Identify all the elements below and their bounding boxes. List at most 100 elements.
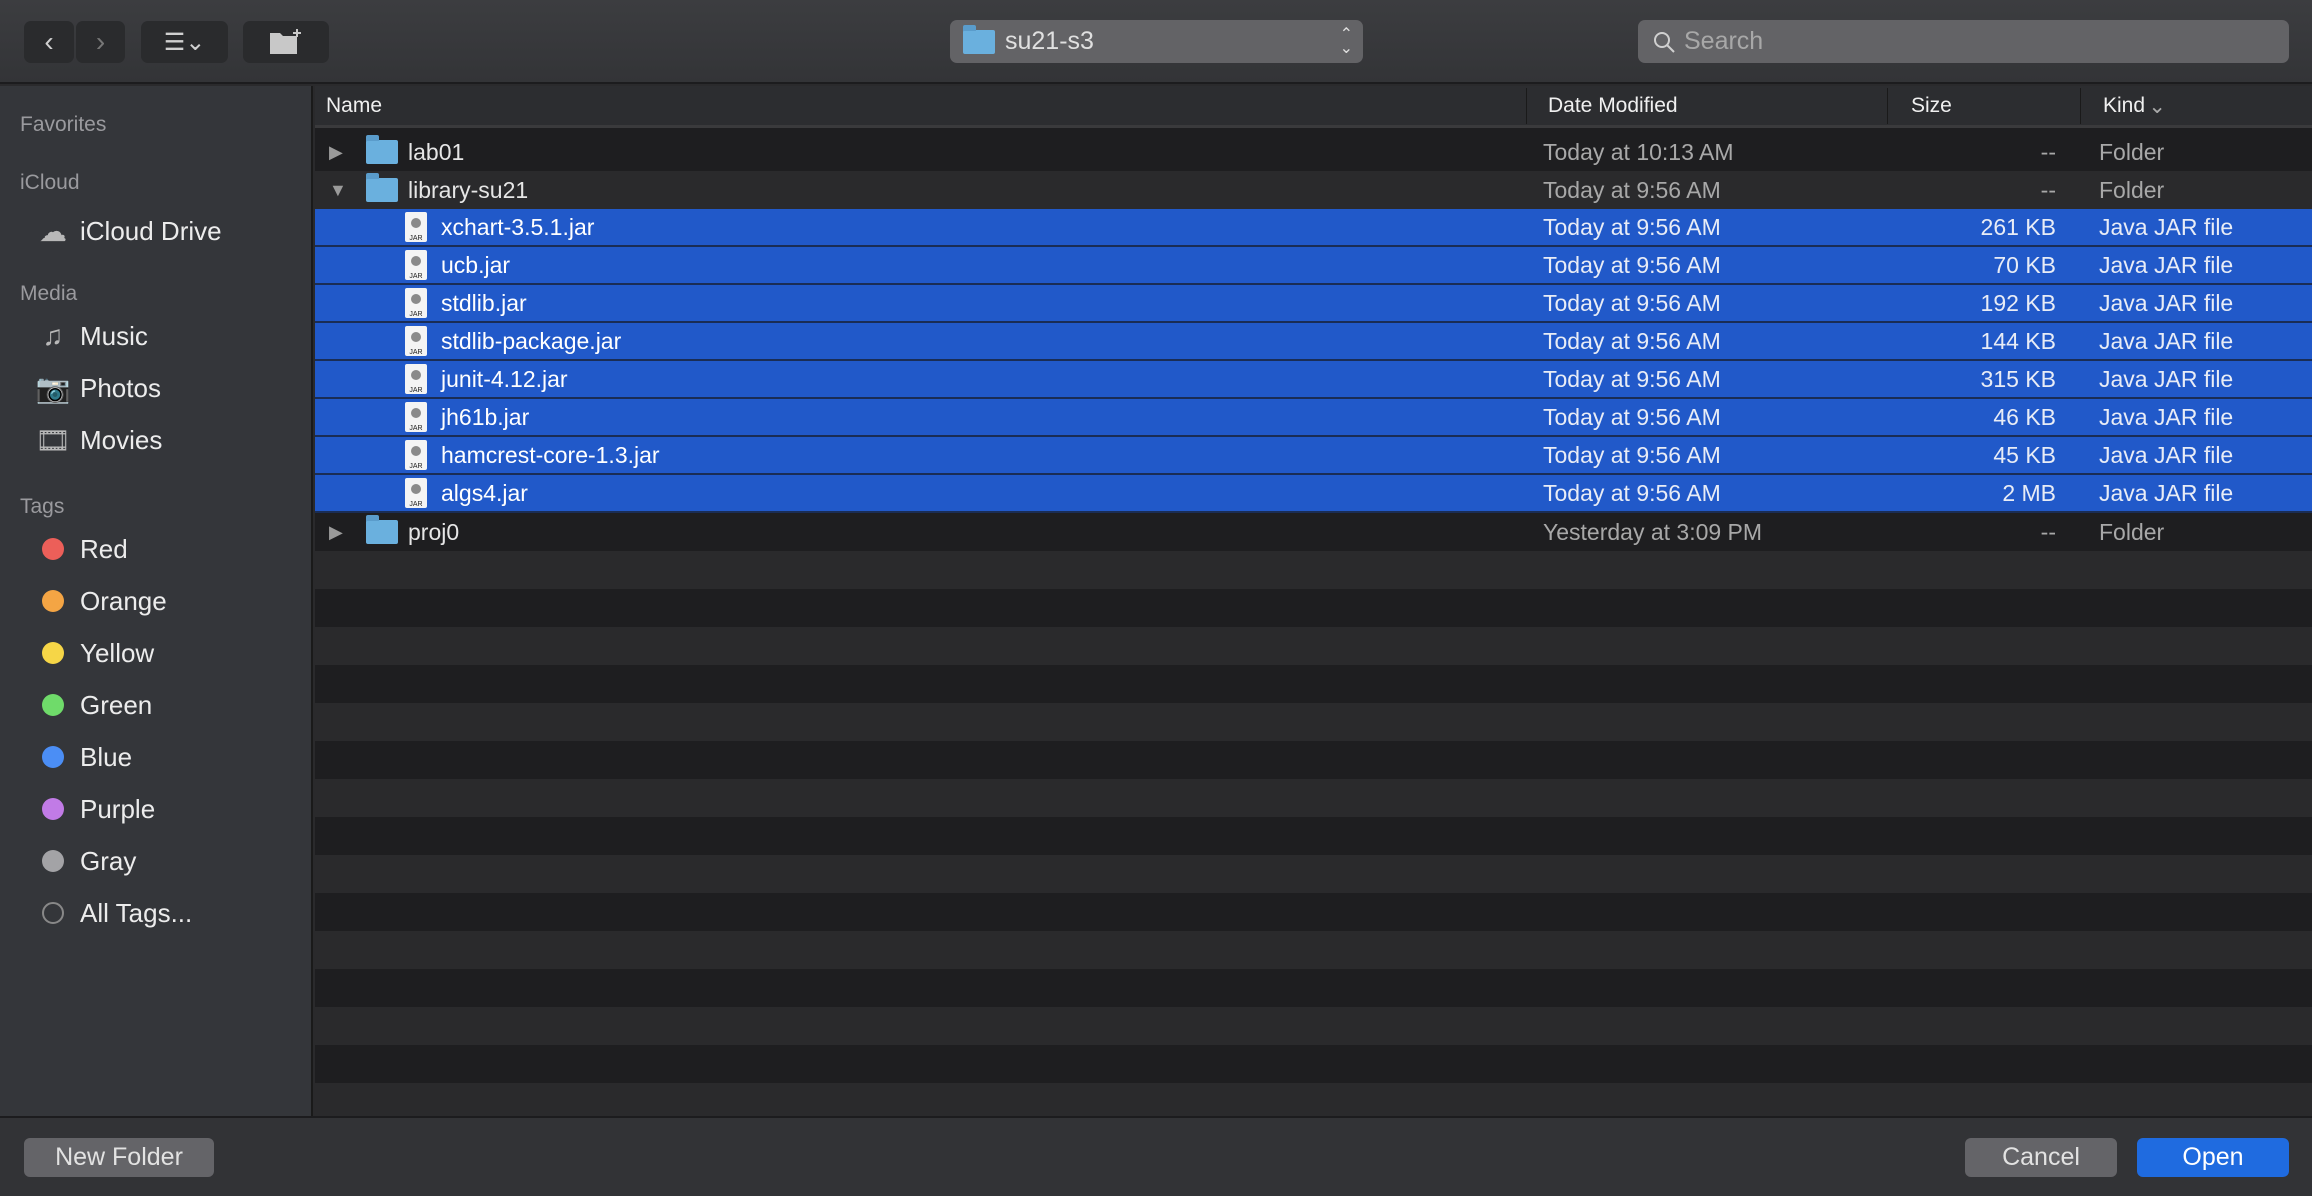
file-date: Today at 9:56 AM: [1543, 365, 1721, 392]
sidebar-item-green[interactable]: Green: [36, 685, 152, 725]
sidebar-item-label: Music: [80, 320, 148, 351]
column-date-modified[interactable]: Date Modified ⌄: [1548, 86, 2188, 126]
empty-row: [315, 817, 2312, 855]
file-row[interactable]: JAR junit-4.12.jar Today at 9:56 AM 315 KB J…: [315, 361, 2312, 399]
disclosure-collapsed-icon[interactable]: ▶: [329, 522, 343, 543]
empty-row: [315, 855, 2312, 893]
search-icon: [1654, 31, 1675, 53]
tag-color-icon: [36, 538, 70, 560]
file-name-label: library-su21: [408, 176, 529, 203]
updown-chevron-icon: ⌃ ⌄: [1339, 25, 1353, 57]
sidebar-item-music[interactable]: ♫ Music: [36, 316, 148, 356]
sidebar-item-movies[interactable]: 🎞 Movies: [35, 420, 163, 460]
file-row[interactable]: JAR xchart-3.5.1.jar Today at 9:56 AM 261 K…: [315, 209, 2312, 247]
file-size: 261 KB: [1980, 213, 2056, 240]
file-row[interactable]: JAR ucb.jar Today at 9:56 AM 70 KB Java JAR …: [315, 247, 2312, 285]
file-name: JAR stdlib-package.jar: [405, 326, 621, 356]
column-kind-label: Kind: [2103, 94, 2146, 117]
sidebar-section-icloud: iCloud: [20, 171, 80, 194]
chevron-right-icon: ›: [95, 26, 106, 57]
file-row[interactable]: JAR hamcrest-core-1.3.jar Today at 9:56 AM…: [315, 437, 2312, 475]
file-kind: Folder: [2099, 176, 2165, 203]
empty-row: [315, 589, 2312, 627]
file-row[interactable]: JAR stdlib.jar Today at 9:56 AM 192 KB Java …: [315, 285, 2312, 323]
file-row[interactable]: ▼ library-su21 Today at 9:56 AM -- Folder: [315, 171, 2312, 209]
file-kind: Java JAR file: [2099, 479, 2234, 506]
empty-row: [315, 931, 2312, 969]
file-name-label: jh61b.jar: [441, 403, 530, 430]
open-button[interactable]: Open: [2137, 1138, 2289, 1177]
cancel-button[interactable]: Cancel: [1965, 1138, 2117, 1177]
chevron-left-icon: ‹: [44, 26, 54, 57]
empty-row: [315, 893, 2312, 931]
file-name: JAR algs4.jar: [405, 478, 528, 508]
file-kind: Folder: [2099, 138, 2165, 165]
file-size: 315 KB: [1980, 365, 2056, 392]
jar-file-icon: JAR: [405, 364, 427, 394]
file-date: Today at 9:56 AM: [1543, 479, 1721, 506]
forward-button[interactable]: ›: [76, 21, 125, 63]
file-date: Today at 9:56 AM: [1543, 403, 1721, 430]
file-row[interactable]: JAR jh61b.jar Today at 9:56 AM 46 KB Java JA…: [315, 399, 2312, 437]
cloud-icon: ☁: [39, 215, 67, 247]
file-kind: Java JAR file: [2099, 213, 2234, 240]
file-date: Today at 9:56 AM: [1543, 213, 1721, 240]
sidebar: Favorites iCloud ☁ iCloud Drive Media ♫ Music 📷…: [0, 86, 313, 1116]
column-name[interactable]: Name: [326, 86, 382, 126]
sidebar-item-red[interactable]: Red: [36, 529, 128, 569]
file-date: Today at 9:56 AM: [1543, 251, 1721, 278]
sidebar-item-purple[interactable]: Purple: [36, 789, 155, 829]
jar-file-icon: JAR: [405, 288, 427, 318]
disclosure-collapsed-icon[interactable]: ▶: [329, 142, 343, 163]
jar-badge: JAR: [409, 349, 423, 356]
file-name-label: junit-4.12.jar: [441, 365, 568, 392]
file-name-label: proj0: [408, 518, 460, 545]
sidebar-item-label: All Tags...: [80, 897, 193, 928]
new-folder-toolbar-button[interactable]: [243, 21, 329, 63]
file-name: proj0: [366, 515, 460, 546]
folder-icon: [366, 515, 398, 544]
sidebar-section-favorites: Favorites: [20, 113, 107, 136]
jar-badge: JAR: [409, 425, 423, 432]
list-view-icon: ☰⌄: [163, 28, 206, 56]
jar-file-icon: JAR: [405, 212, 427, 242]
sidebar-item-gray[interactable]: Gray: [36, 841, 136, 881]
folder-icon: [963, 24, 995, 54]
file-name: JAR hamcrest-core-1.3.jar: [405, 440, 660, 470]
file-name: JAR jh61b.jar: [405, 402, 529, 432]
sidebar-item-blue[interactable]: Blue: [36, 737, 132, 777]
search-field[interactable]: [1638, 20, 2289, 63]
sidebar-item-label: Yellow: [80, 637, 155, 668]
location-popup[interactable]: su21-s3 ⌃ ⌄: [950, 20, 1363, 63]
empty-row: [315, 627, 2312, 665]
new-folder-button[interactable]: New Folder: [24, 1138, 214, 1177]
jar-badge: JAR: [409, 273, 423, 280]
sidebar-section-tags: Tags: [20, 495, 65, 518]
file-name: library-su21: [366, 173, 529, 204]
sidebar-item-icloud-drive[interactable]: ☁ iCloud Drive: [36, 211, 222, 251]
sidebar-item-label: Movies: [80, 424, 163, 455]
jar-file-icon: JAR: [405, 402, 427, 432]
view-options-button[interactable]: ☰⌄: [141, 21, 228, 63]
column-kind[interactable]: Kind: [2103, 86, 2145, 126]
file-date: Yesterday at 3:09 PM: [1543, 518, 1763, 545]
sidebar-item-photos[interactable]: 📷 Photos: [36, 368, 161, 408]
file-row[interactable]: ▶ lab01 Today at 10:13 AM -- Folder: [315, 133, 2312, 171]
column-size-label: Size: [1911, 94, 1952, 117]
sidebar-item-all-tags[interactable]: All Tags...: [36, 893, 192, 933]
file-kind: Folder: [2099, 518, 2165, 545]
file-row[interactable]: ▶ proj0 Yesterday at 3:09 PM -- Folder: [315, 513, 2312, 551]
sidebar-item-yellow[interactable]: Yellow: [36, 633, 154, 673]
file-size: --: [2040, 518, 2056, 545]
disclosure-expanded-icon[interactable]: ▼: [329, 180, 347, 201]
search-input[interactable]: [1684, 27, 2244, 56]
file-row[interactable]: JAR algs4.jar Today at 9:56 AM 2 MB Java JAR…: [315, 475, 2312, 513]
file-name: JAR stdlib.jar: [405, 288, 527, 318]
jar-badge: JAR: [409, 311, 423, 318]
sidebar-item-orange[interactable]: Orange: [36, 581, 167, 621]
back-button[interactable]: ‹: [24, 21, 74, 63]
column-size[interactable]: Size: [1911, 86, 1952, 126]
file-size: 70 KB: [1993, 251, 2056, 278]
file-row[interactable]: JAR stdlib-package.jar Today at 9:56 AM 144…: [315, 323, 2312, 361]
file-size: 192 KB: [1980, 289, 2056, 316]
